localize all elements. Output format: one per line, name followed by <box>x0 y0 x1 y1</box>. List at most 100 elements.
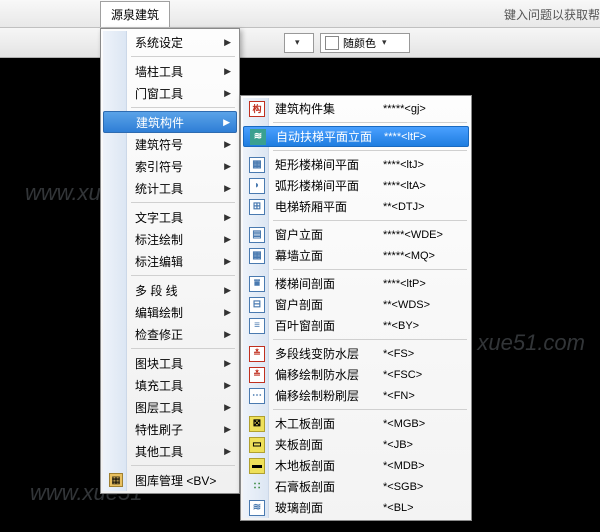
menu-item[interactable]: 图块工具 ▶ <box>103 352 237 374</box>
submenu-separator <box>273 269 467 270</box>
submenu-item-shortcut: ****<ltA> <box>383 180 426 192</box>
menu-separator <box>131 348 235 349</box>
submenu-item[interactable]: ⩸楼梯间剖面****<ltP> <box>243 273 469 294</box>
submenu-arrow-icon: ▶ <box>224 139 231 150</box>
submenu-item-shortcut: *<BL> <box>383 502 414 514</box>
submenu-item-icon: ∷ <box>249 479 265 495</box>
menu-item[interactable]: 文字工具▶ <box>103 206 237 228</box>
submenu-item[interactable]: ⊞电梯轿厢平面**<DTJ> <box>243 196 469 217</box>
menu-separator <box>131 202 235 203</box>
submenu-item-label: 夹板剖面 <box>275 436 323 453</box>
submenu-item-shortcut: *<MGB> <box>383 418 425 430</box>
submenu-item-shortcut: **<DTJ> <box>383 201 425 213</box>
submenu-separator <box>273 150 467 151</box>
submenu-item[interactable]: ⊟窗户剖面**<WDS> <box>243 294 469 315</box>
submenu-item[interactable]: ∷ 石膏板剖面 *<SGB> <box>243 476 469 497</box>
submenu-item[interactable]: ≋自动扶梯平面立面****<ltF> <box>243 126 469 147</box>
submenu-item-shortcut: *****<gj> <box>383 103 426 115</box>
submenu-item-icon: ▤ <box>249 227 265 243</box>
menu-item-label: 图块工具 <box>135 355 183 372</box>
menu-item[interactable]: 建筑符号 ▶ <box>103 133 237 155</box>
submenu-arrow-icon: ▶ <box>224 183 231 194</box>
menu-item[interactable]: 统计工具 ▶ <box>103 177 237 199</box>
library-icon: ▦ <box>109 473 123 487</box>
submenu-item-label: 窗户立面 <box>275 226 323 243</box>
submenu-item-icon: ▦ <box>249 157 265 173</box>
submenu-item-label: 石膏板剖面 <box>275 478 335 495</box>
menu-item[interactable]: 填充工具 ▶ <box>103 374 237 396</box>
submenu-item[interactable]: ≛偏移绘制防水层*<FSC> <box>243 364 469 385</box>
menu-item[interactable]: 系统设定 ▶ <box>103 31 237 53</box>
menu-item[interactable]: 其他工具▶ <box>103 440 237 462</box>
submenu-item-shortcut: *****<MQ> <box>383 250 435 262</box>
menu-item-label: 检查修正 <box>135 326 183 343</box>
submenu-item-label: 建筑构件集 <box>275 100 335 117</box>
submenu-arrow-icon: ▶ <box>224 212 231 223</box>
submenu-item-label: 幕墙立面 <box>275 247 323 264</box>
submenu-item-shortcut: *<SGB> <box>383 481 423 493</box>
dropdown-small[interactable]: ▾ <box>284 33 314 53</box>
submenu-item[interactable]: ▦矩形楼梯间平面****<ltJ> <box>243 154 469 175</box>
menu-item[interactable]: 检查修正▶ <box>103 323 237 345</box>
submenu-item-label: 多段线变防水层 <box>275 345 359 362</box>
menu-item[interactable]: 编辑绘制▶ <box>103 301 237 323</box>
submenu-item-label: 木地板剖面 <box>275 457 335 474</box>
submenu-separator <box>273 122 467 123</box>
top-bar: 源泉建筑 键入问题以获取帮 <box>0 0 600 28</box>
menu-item[interactable]: 门窗工具 ▶ <box>103 82 237 104</box>
menu-item-label: 建筑构件 <box>136 114 184 131</box>
menu-separator <box>131 107 235 108</box>
submenu-item[interactable]: ▬木地板剖面*<MDB> <box>243 455 469 476</box>
menu-item[interactable]: 标注编辑▶ <box>103 250 237 272</box>
menu-item-label: 统计工具 <box>135 180 183 197</box>
menu-item-label: 填充工具 <box>135 377 183 394</box>
submenu-item[interactable]: 构建筑构件集*****<gj> <box>243 98 469 119</box>
submenu-item[interactable]: ▤窗户立面*****<WDE> <box>243 224 469 245</box>
submenu-item[interactable]: ◗弧形楼梯间平面****<ltA> <box>243 175 469 196</box>
submenu-item[interactable]: ≋玻璃剖面*<BL> <box>243 497 469 518</box>
chevron-down-icon: ▾ <box>382 37 387 48</box>
submenu-item[interactable]: ▭夹板剖面*<JB> <box>243 434 469 455</box>
menu-item-label: 系统设定 <box>135 34 183 51</box>
help-hint: 键入问题以获取帮 <box>504 6 600 23</box>
main-menu: 系统设定▶墙柱工具▶门窗工具▶建筑构件▶建筑符号▶索引符号▶统计工具▶文字工具▶… <box>100 28 240 494</box>
submenu-item-icon: ⩸ <box>249 276 265 292</box>
menu-item[interactable]: 特性刷子▶ <box>103 418 237 440</box>
submenu-arrow-icon: ▶ <box>224 358 231 369</box>
submenu-item-icon: ⊟ <box>249 297 265 313</box>
menu-item[interactable]: 图层工具▶ <box>103 396 237 418</box>
submenu-item-icon: ▭ <box>249 437 265 453</box>
menu-item[interactable]: 墙柱工具▶ <box>103 60 237 82</box>
menu-item[interactable]: 标注绘制▶ <box>103 228 237 250</box>
submenu-arrow-icon: ▶ <box>224 307 231 318</box>
submenu-item-label: 矩形楼梯间平面 <box>275 156 359 173</box>
submenu-arrow-icon: ▶ <box>224 380 231 391</box>
submenu-arrow-icon: ▶ <box>224 256 231 267</box>
submenu-item-shortcut: *<FN> <box>383 390 415 402</box>
menu-item[interactable]: 建筑构件▶ <box>103 111 237 133</box>
submenu-arrow-icon: ▶ <box>224 37 231 48</box>
submenu-arrow-icon: ▶ <box>224 88 231 99</box>
submenu-item[interactable]: ⋯偏移绘制粉刷层*<FN> <box>243 385 469 406</box>
menu-item[interactable]: 索引符号▶ <box>103 155 237 177</box>
menu-item-label: 建筑符号 <box>135 136 183 153</box>
menu-item-label: 标注绘制 <box>135 231 183 248</box>
submenu-item[interactable]: ⊠木工板剖面*<MGB> <box>243 413 469 434</box>
submenu-item-label: 楼梯间剖面 <box>275 275 335 292</box>
submenu-item-shortcut: **<WDS> <box>383 299 430 311</box>
menu-separator <box>131 275 235 276</box>
submenu-building-components: 构建筑构件集*****<gj>≋自动扶梯平面立面****<ltF>▦矩形楼梯间平… <box>240 95 472 521</box>
submenu-arrow-icon: ▶ <box>224 424 231 435</box>
submenu-item-label: 弧形楼梯间平面 <box>275 177 359 194</box>
submenu-item[interactable]: ≡百叶窗剖面**<BY> <box>243 315 469 336</box>
menu-item-label: 门窗工具 <box>135 85 183 102</box>
menu-item-library[interactable]: ▦图库管理 <BV> <box>103 469 237 491</box>
app-menu-tab[interactable]: 源泉建筑 <box>100 1 170 27</box>
menu-item[interactable]: 多 段 线▶ <box>103 279 237 301</box>
submenu-item-label: 玻璃剖面 <box>275 499 323 516</box>
watermark: xue51.com <box>477 330 585 356</box>
submenu-item[interactable]: ≛多段线变防水层*<FS> <box>243 343 469 364</box>
submenu-item[interactable]: ▦幕墙立面*****<MQ> <box>243 245 469 266</box>
color-dropdown[interactable]: 随颜色 ▾ <box>320 33 410 53</box>
color-swatch-icon <box>325 36 339 50</box>
